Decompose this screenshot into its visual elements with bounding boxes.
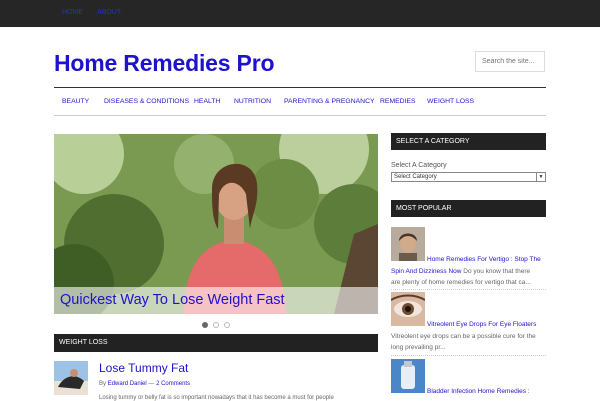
post-title[interactable]: Lose Tummy Fat: [99, 361, 188, 375]
search-input[interactable]: [475, 51, 545, 72]
nav-item-diseases-conditions[interactable]: Diseases & Conditions: [104, 98, 189, 105]
nav-item-weight-loss[interactable]: Weight Loss: [427, 98, 474, 105]
section-title: Weight Loss: [59, 339, 108, 346]
popular-item-3-title-line1[interactable]: Bladder Infection Home Remedies :: [427, 388, 530, 395]
popular-item-2-title-line1[interactable]: Vitreolent Eye Drops For Eye Floaters: [427, 321, 536, 328]
slide-caption[interactable]: Quickest Way To Lose Weight Fast: [54, 287, 378, 314]
post-meta: By Edward Daniel — 2 Comments: [99, 381, 190, 387]
primary-nav: Beauty Diseases & Conditions Health Nutr…: [54, 87, 546, 116]
slide-caption-text[interactable]: Quickest Way To Lose Weight Fast: [60, 292, 285, 308]
popular-item-3: Bladder Infection Home Remedies :: [391, 386, 546, 398]
category-select[interactable]: Select Category ▼: [391, 172, 546, 182]
post-excerpt: Losing tummy or belly fat is so importan…: [99, 395, 334, 401]
post-thumbnail[interactable]: [54, 361, 88, 395]
popular-item-1-excerpt-line2: Do you know that there: [463, 267, 531, 275]
popular-divider-2: [391, 355, 546, 356]
popular-widget-title: Most Popular: [391, 200, 546, 217]
post-author-link[interactable]: Edward Daniel: [108, 381, 147, 387]
nav-item-health[interactable]: Health: [194, 98, 220, 105]
section-header-weight-loss: Weight Loss: [54, 334, 378, 352]
popular-item-2: Vitreolent Eye Drops For Eye Floaters Vi…: [391, 319, 546, 354]
chevron-down-icon: ▼: [536, 173, 545, 181]
site-title[interactable]: Home Remedies Pro: [54, 50, 274, 77]
popular-widget-title-text: Most Popular: [396, 205, 452, 212]
post-meta-by: By: [99, 381, 107, 387]
popular-item-1-title-line2[interactable]: Spin And Dizziness Now: [391, 268, 461, 275]
nav-item-parenting-pregnancy[interactable]: Parenting & Pregnancy: [284, 98, 375, 105]
top-bar: Home About: [0, 0, 600, 27]
featured-slider[interactable]: Quickest Way To Lose Weight Fast: [54, 134, 378, 314]
popular-item-1: Home Remedies For Vertigo : Stop The Spi…: [391, 254, 546, 289]
topbar-link-home[interactable]: Home: [62, 9, 83, 16]
category-label: Select A Category: [391, 162, 447, 169]
slider-dot-1[interactable]: [202, 322, 208, 328]
popular-item-2-excerpt-line3: long prevailing pr...: [391, 344, 446, 351]
category-widget-title-text: Select A Category: [396, 138, 470, 145]
category-widget-title: Select A Category: [391, 133, 546, 150]
popular-divider-1: [391, 289, 546, 290]
popular-item-1-title-line1[interactable]: Home Remedies For Vertigo : Stop The: [427, 256, 541, 263]
slider-dot-2[interactable]: [213, 322, 219, 328]
popular-item-2-excerpt-line2: Vitreolent eye drops can be a possible c…: [391, 332, 536, 340]
post-comments-link[interactable]: 2 Comments: [156, 381, 190, 387]
nav-item-nutrition[interactable]: Nutrition: [234, 98, 271, 105]
category-select-value: Select Category: [394, 174, 437, 180]
popular-item-1-excerpt-line3: are plenty of home remedies for vertigo …: [391, 279, 531, 286]
nav-item-beauty[interactable]: Beauty: [62, 98, 89, 105]
nav-item-remedies[interactable]: Remedies: [380, 98, 416, 105]
slider-dot-3[interactable]: [224, 322, 230, 328]
post-thumbnail-image: [54, 361, 88, 395]
topbar-link-about[interactable]: About: [97, 9, 121, 16]
post-meta-separator: —: [148, 381, 155, 387]
